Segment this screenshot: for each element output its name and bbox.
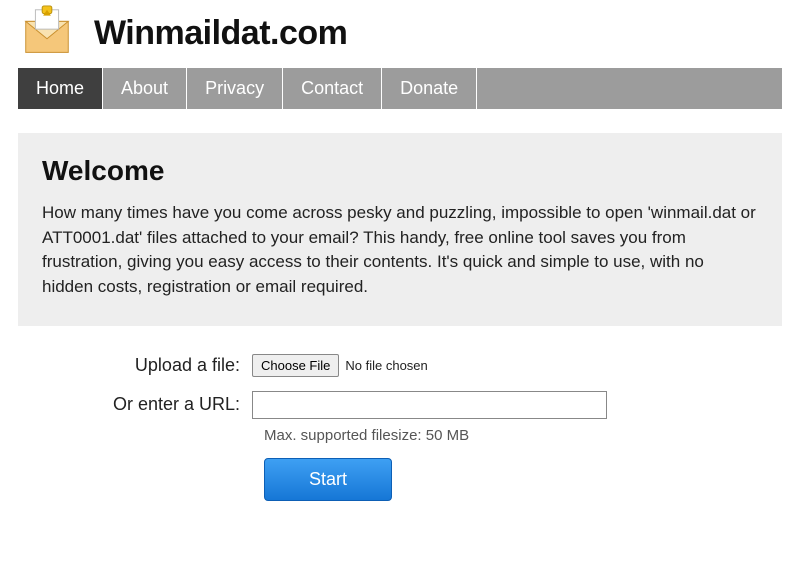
url-input[interactable] [252, 391, 607, 419]
nav-home[interactable]: Home [18, 68, 103, 109]
file-status-text: No file chosen [345, 358, 427, 373]
upload-file-label: Upload a file: [42, 355, 252, 376]
nav-about[interactable]: About [103, 68, 187, 109]
welcome-text: How many times have you come across pesk… [42, 201, 758, 300]
upload-file-row: Upload a file: Choose File No file chose… [42, 354, 758, 377]
filesize-hint-row: Max. supported filesize: 50 MB [42, 427, 758, 444]
welcome-title: Welcome [42, 155, 758, 187]
site-title: Winmaildat.com [94, 14, 347, 53]
start-button[interactable]: Start [264, 458, 392, 501]
nav-contact[interactable]: Contact [283, 68, 382, 109]
choose-file-button[interactable]: Choose File [252, 354, 339, 377]
welcome-panel: Welcome How many times have you come acr… [18, 133, 782, 326]
url-row: Or enter a URL: [42, 391, 758, 419]
upload-form: Upload a file: Choose File No file chose… [18, 354, 782, 501]
envelope-logo-icon [18, 4, 76, 62]
nav-donate[interactable]: Donate [382, 68, 477, 109]
page-header: Winmaildat.com [0, 0, 800, 68]
navbar: Home About Privacy Contact Donate [18, 68, 782, 109]
nav-privacy[interactable]: Privacy [187, 68, 283, 109]
filesize-hint: Max. supported filesize: 50 MB [264, 427, 469, 444]
url-label: Or enter a URL: [42, 394, 252, 415]
submit-row: Start [264, 458, 758, 501]
